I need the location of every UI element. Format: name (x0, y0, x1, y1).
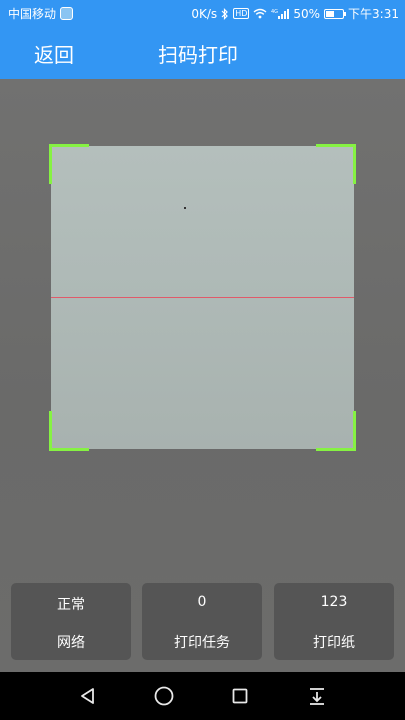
title-bar: 返回 扫码打印 (0, 27, 405, 79)
scan-corner-bottom-right (316, 411, 356, 451)
scan-corner-top-left (49, 144, 89, 184)
carrier-name: 中国移动 (8, 7, 57, 21)
navigation-bar (0, 672, 405, 720)
battery-icon (324, 8, 347, 19)
scan-line (51, 297, 354, 298)
print-paper-value: 123 (320, 594, 348, 610)
page-title: 扫码打印 (158, 42, 238, 67)
network-speed: 0K/s (191, 6, 218, 21)
bluetooth-icon (221, 7, 229, 20)
nav-home-button[interactable] (134, 672, 194, 720)
nav-notification-button[interactable] (287, 672, 347, 720)
print-paper-card[interactable]: 123 打印纸 (274, 583, 394, 660)
back-button[interactable]: 返回 (34, 27, 74, 79)
print-paper-label: 打印纸 (313, 635, 355, 651)
app-notification-icon (60, 7, 74, 20)
wifi-icon (253, 8, 267, 19)
network-status-value: 正常 (57, 597, 85, 613)
nav-recent-button[interactable] (210, 672, 270, 720)
scan-corner-top-right (316, 144, 356, 184)
status-left: 中国移动 (8, 5, 74, 22)
signal-icon: 4G (271, 8, 290, 19)
status-right: 0K/s HD 4G 50% 下午3:31 (191, 5, 399, 22)
battery-fill (326, 10, 335, 17)
print-tasks-label: 打印任务 (174, 635, 230, 651)
scan-corner-bottom-left (49, 411, 89, 451)
battery-percent: 50% (293, 6, 321, 21)
notification-pull-down-icon (310, 688, 324, 705)
print-tasks-card[interactable]: 0 打印任务 (142, 583, 262, 660)
camera-speck (184, 207, 186, 209)
clock: 下午3:31 (348, 7, 399, 21)
nav-back-button[interactable] (58, 672, 118, 720)
status-cards: 正常 网络 0 打印任务 123 打印纸 (0, 583, 405, 660)
status-bar: 中国移动 0K/s HD 4G 50% 下午3:31 (0, 0, 405, 27)
back-triangle-icon (81, 688, 94, 704)
network-status-label: 网络 (57, 635, 85, 651)
home-circle-icon (154, 686, 174, 706)
print-tasks-value: 0 (197, 594, 207, 610)
camera-preview: 正常 网络 0 打印任务 123 打印纸 (0, 79, 405, 672)
svg-text:4G: 4G (271, 9, 278, 15)
network-status-card[interactable]: 正常 网络 (11, 583, 131, 660)
recent-square-icon (232, 688, 248, 704)
hd-badge: HD (233, 8, 250, 19)
scan-frame (49, 144, 356, 451)
